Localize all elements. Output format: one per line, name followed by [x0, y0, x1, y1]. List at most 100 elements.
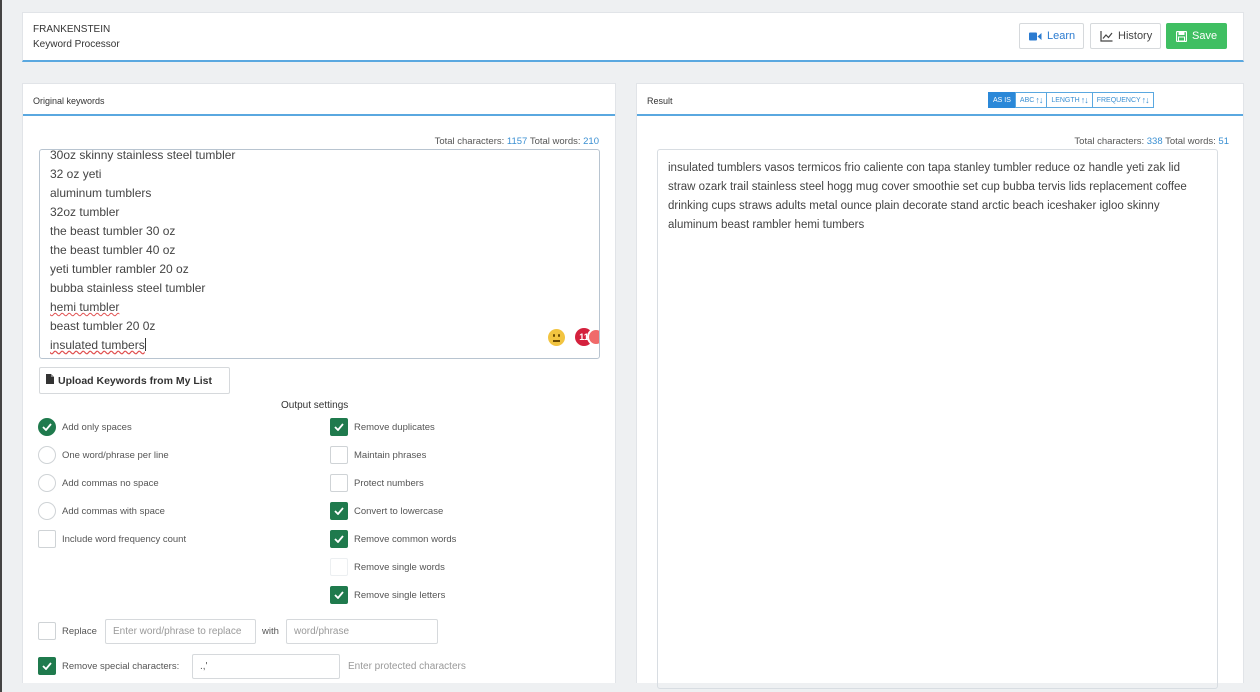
words-label: Total words:: [529, 136, 581, 147]
radio-label: Add only spaces: [62, 421, 132, 433]
sort-label: FREQUENCY: [1096, 96, 1141, 104]
special-characters-input[interactable]: [192, 654, 340, 679]
chars-count: 338: [1146, 136, 1163, 147]
sort-label: LENGTH: [1051, 96, 1080, 104]
checkbox-remove-common-words[interactable]: Remove common words: [330, 530, 456, 548]
panel-header: Result AS IS ABC ↑↓ LENGTH ↑↓ FREQUENCY ↑↓: [637, 84, 1243, 116]
result-textarea[interactable]: insulated tumblers vasos termicos frio c…: [657, 149, 1218, 689]
keyword-line-active: insulated tumbers: [50, 338, 146, 352]
original-keywords-panel: Original keywords Total characters: 1157…: [22, 83, 616, 683]
checkbox-checked[interactable]: [330, 418, 348, 436]
checkbox-label: Remove duplicates: [354, 421, 435, 433]
history-label: History: [1118, 30, 1153, 42]
checkbox-protect-numbers[interactable]: Protect numbers: [330, 474, 424, 492]
sort-label: ABC: [1019, 96, 1035, 104]
line-chart-icon: [1100, 30, 1113, 42]
checkmark-icon: [42, 662, 52, 670]
result-panel: Result AS IS ABC ↑↓ LENGTH ↑↓ FREQUENCY ↑↓ …: [636, 83, 1244, 689]
checkbox-label: Remove single letters: [354, 589, 446, 601]
checkbox-maintain-phrases[interactable]: Maintain phrases: [330, 446, 426, 464]
checkbox-remove-single-words[interactable]: Remove single words: [330, 558, 445, 576]
checkmark-icon: [334, 423, 344, 431]
radio-label: Add commas no space: [62, 477, 159, 489]
checkbox-label: Maintain phrases: [354, 449, 427, 461]
grammar-badge[interactable]: 11: [575, 327, 599, 347]
file-icon: [46, 374, 54, 387]
checkbox-remove-single-letters[interactable]: Remove single letters: [330, 586, 445, 604]
keyword-line: 32 oz yeti: [50, 167, 102, 181]
radio-label: Add commas with space: [62, 505, 165, 517]
sort-frequency-button[interactable]: FREQUENCY ↑↓: [1091, 92, 1154, 108]
keyword-line: 32oz tumbler: [50, 205, 120, 219]
checkbox-label: Include word frequency count: [62, 533, 187, 545]
chars-label: Total characters:: [434, 136, 505, 147]
replace-label: Replace: [62, 625, 97, 637]
checkmark-icon: [334, 535, 344, 543]
checkbox-checked[interactable]: [330, 586, 348, 604]
checkbox-label: Remove common words: [354, 533, 457, 545]
radio-unchecked[interactable]: [38, 502, 56, 520]
checkbox-unchecked[interactable]: [38, 530, 56, 548]
sort-length-button[interactable]: LENGTH ↑↓: [1046, 92, 1093, 108]
sort-label: AS IS: [993, 96, 1011, 104]
keyword-line: yeti tumbler rambler 20 oz: [50, 262, 189, 276]
floppy-disk-icon: [1176, 30, 1187, 42]
panel-title: Result: [647, 96, 673, 106]
words-label: Total words:: [1165, 136, 1216, 147]
with-label: with: [262, 626, 279, 637]
keyword-line: beast tumbler 20 0z: [50, 319, 156, 333]
app-header: FRANKENSTEIN Keyword Processor Learn His…: [22, 12, 1244, 62]
words-count: 51: [1218, 136, 1229, 147]
sort-abc-button[interactable]: ABC ↑↓: [1014, 92, 1048, 108]
keyword-line: the beast tumbler 40 oz: [50, 243, 176, 257]
checkmark-icon: [334, 591, 344, 599]
checkbox-replace[interactable]: Replace: [38, 622, 97, 640]
keyword-line: 30oz skinny stainless steel tumbler: [50, 149, 236, 162]
upload-label: Upload Keywords from My List: [58, 374, 213, 387]
save-button[interactable]: Save: [1166, 23, 1227, 49]
learn-button[interactable]: Learn: [1019, 23, 1084, 49]
radio-commas-with-space[interactable]: Add commas with space: [38, 502, 165, 520]
checkbox-checked[interactable]: [330, 502, 348, 520]
radio-one-per-line[interactable]: One word/phrase per line: [38, 446, 169, 464]
checkbox-convert-lowercase[interactable]: Convert to lowercase: [330, 502, 443, 520]
keyword-line: bubba stainless steel tumbler: [50, 281, 206, 295]
radio-commas-no-space[interactable]: Add commas no space: [38, 474, 159, 492]
checkbox-remove-special[interactable]: Remove special characters:: [38, 657, 179, 675]
checkbox-unchecked[interactable]: [330, 558, 348, 576]
radio-unchecked[interactable]: [38, 446, 56, 464]
keyword-line: hemi tumbler: [50, 300, 120, 314]
checkbox-remove-duplicates[interactable]: Remove duplicates: [330, 418, 435, 436]
panel-title: Original keywords: [33, 96, 105, 106]
replace-with-input[interactable]: [286, 619, 438, 644]
app-subtitle: Keyword Processor: [33, 39, 120, 50]
special-label: Remove special characters:: [62, 660, 180, 672]
sort-as-is-button[interactable]: AS IS: [988, 92, 1016, 108]
checkbox-include-frequency[interactable]: Include word frequency count: [38, 530, 186, 548]
keyword-line: aluminum tumblers: [50, 186, 152, 200]
protected-characters-input[interactable]: [340, 654, 490, 679]
result-stats: Total characters: 338 Total words: 51: [1074, 136, 1229, 147]
upload-keywords-button[interactable]: Upload Keywords from My List: [39, 367, 230, 394]
checkbox-checked[interactable]: [330, 530, 348, 548]
replace-find-input[interactable]: [105, 619, 256, 644]
keyword-stats: Total characters: 1157 Total words: 210: [435, 136, 599, 147]
radio-checked[interactable]: [38, 418, 56, 436]
radio-add-only-spaces[interactable]: Add only spaces: [38, 418, 132, 436]
sort-arrows-icon: ↑↓: [1035, 95, 1043, 105]
checkbox-unchecked[interactable]: [330, 446, 348, 464]
checkbox-checked[interactable]: [38, 657, 56, 675]
checkbox-unchecked[interactable]: [330, 474, 348, 492]
video-camera-icon: [1029, 32, 1042, 41]
grammar-icon: [587, 328, 599, 346]
emoji-icon[interactable]: [548, 329, 565, 346]
text-caret: [144, 338, 146, 351]
keywords-textarea[interactable]: 30oz skinny stainless steel tumbler 32 o…: [39, 149, 600, 359]
keyword-line: the beast tumbler 30 oz: [50, 224, 176, 238]
history-button[interactable]: History: [1090, 23, 1161, 49]
sort-arrows-icon: ↑↓: [1141, 95, 1150, 105]
checkbox-unchecked[interactable]: [38, 622, 56, 640]
radio-unchecked[interactable]: [38, 474, 56, 492]
window-edge: [0, 0, 2, 692]
words-count: 210: [583, 136, 599, 147]
